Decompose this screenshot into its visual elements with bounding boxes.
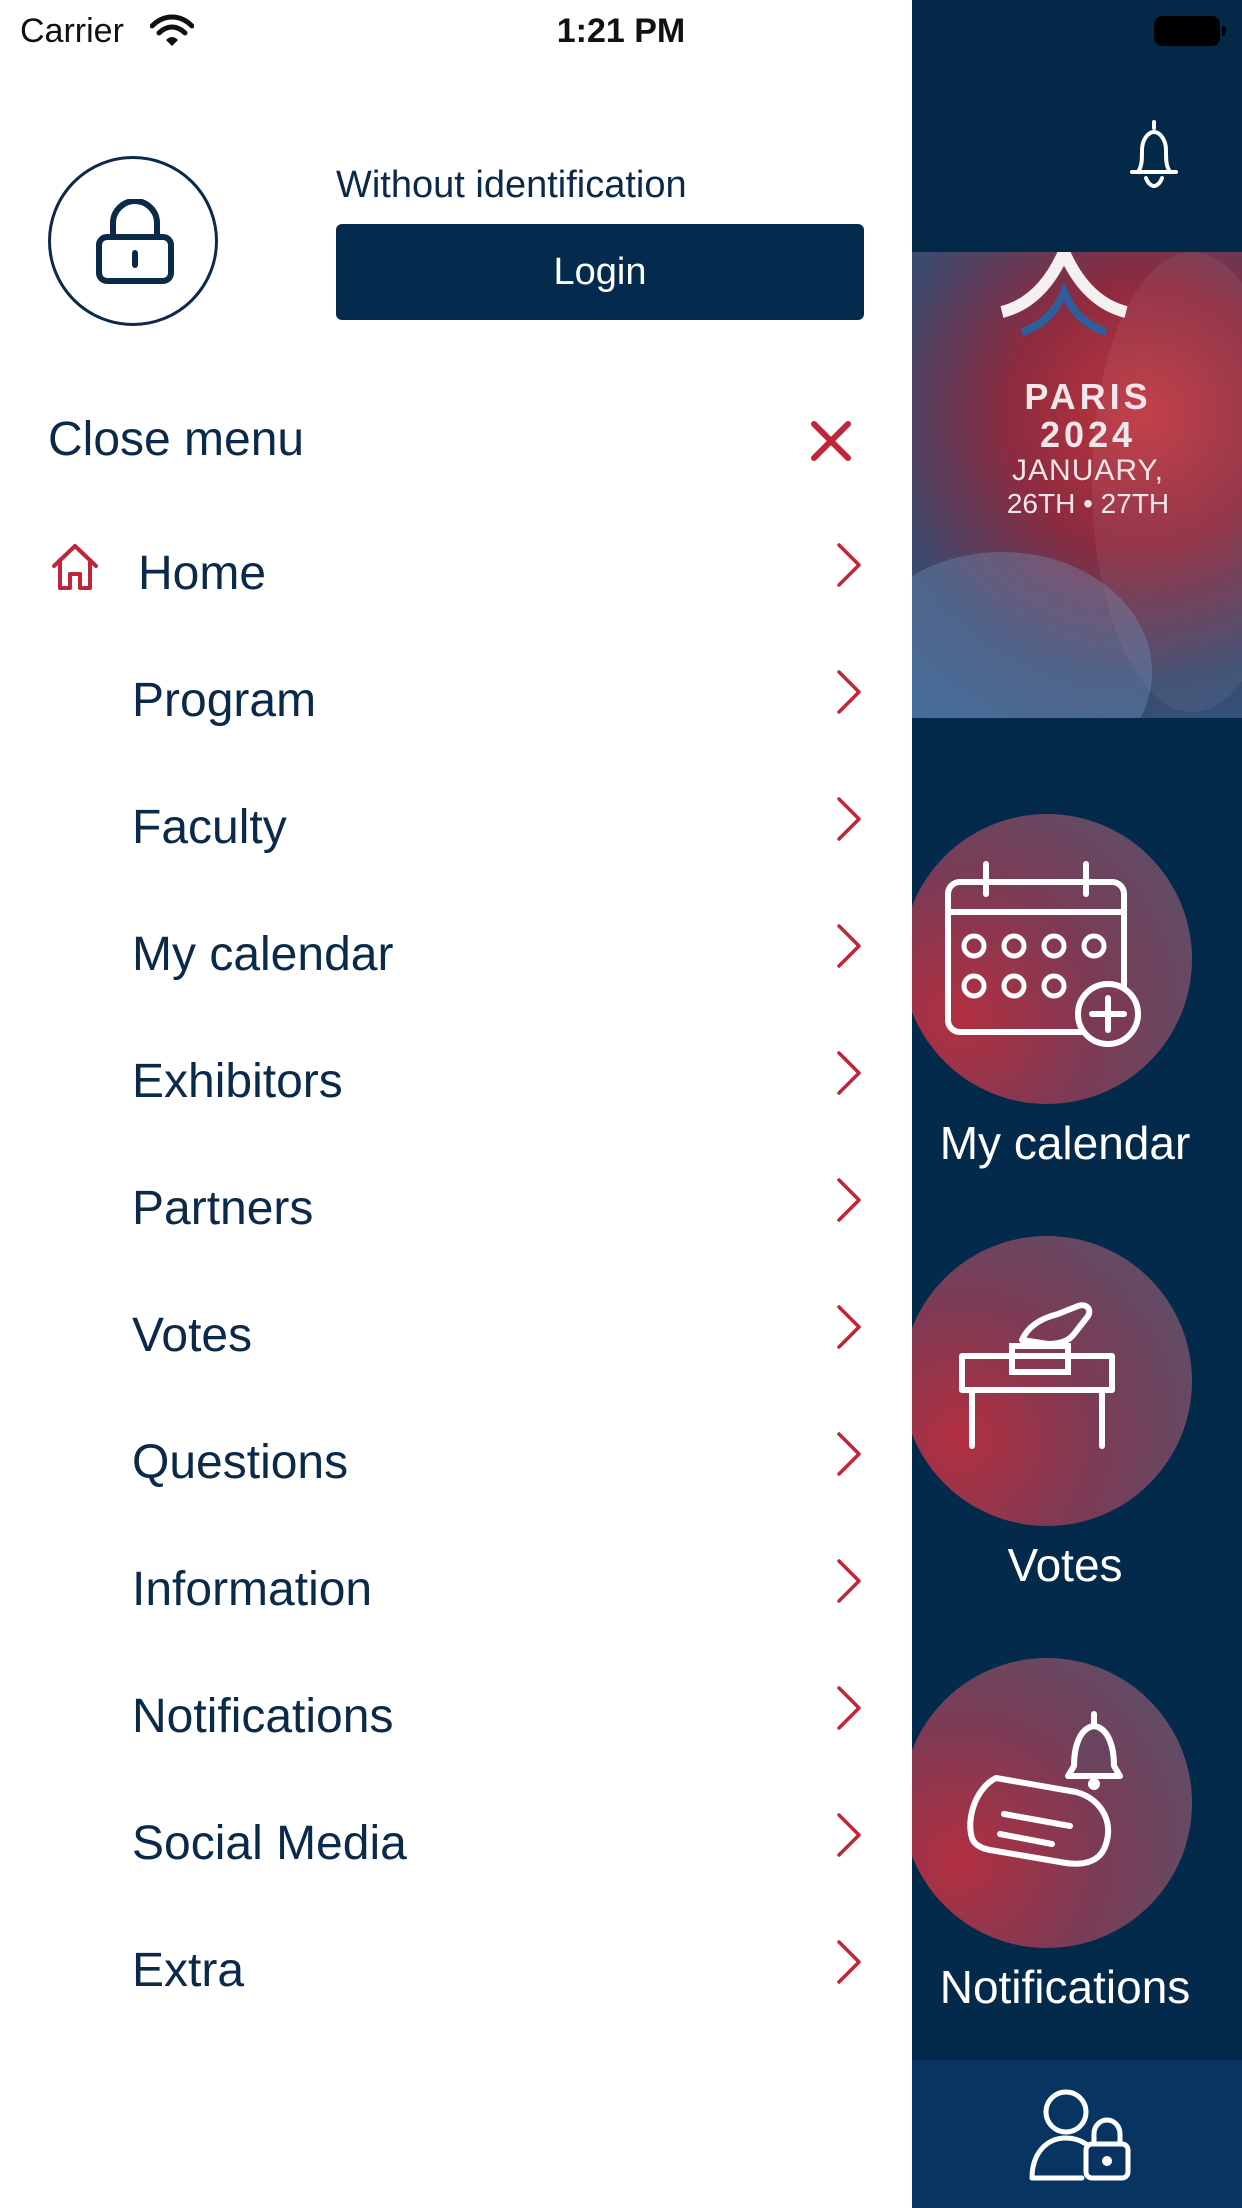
close-menu-label: Close menu [48,413,305,466]
menu-item-label: Votes [132,1309,253,1362]
menu-item-social-media[interactable]: Social Media [0,1782,912,1909]
tile-notifications-label: Notifications [939,1961,1191,2013]
banner-city: PARIS [1024,376,1152,417]
home-icon [52,544,98,590]
banner-date: JANUARY, [1012,454,1164,487]
close-menu-row[interactable]: Close menu [48,408,864,472]
lock-icon [96,199,174,284]
auth-status-text: Without identification [336,164,687,206]
chevron-right-icon [837,1178,861,1222]
chevron-right-icon [837,1813,861,1857]
side-menu-drawer: Without identification Login Close menu … [0,0,912,2208]
menu-item-exhibitors[interactable]: Exhibitors [0,1020,912,1147]
tile-notifications[interactable] [912,1658,1192,1948]
chevron-right-icon [837,1305,861,1349]
menu-item-label: Extra [132,1944,245,1997]
banner-days: 26TH • 27TH [1006,488,1170,519]
menu-item-program[interactable]: Program [0,639,912,766]
menu-item-label: Program [132,674,317,727]
tile-votes[interactable] [912,1236,1192,1526]
menu-item-questions[interactable]: Questions [0,1401,912,1528]
tile-my-calendar[interactable] [912,814,1192,1104]
event-banner: PARIS 2024 JANUARY, 26TH • 27TH [912,252,1242,718]
menu-item-label: Information [132,1563,373,1616]
banner-text: PARIS 2024 JANUARY, 26TH • 27TH [988,378,1188,520]
menu-item-partners[interactable]: Partners [0,1147,912,1274]
chevron-right-icon [837,543,861,587]
menu-item-label: Notifications [132,1690,394,1743]
event-logo-icon [1000,252,1128,336]
user-lock-icon[interactable] [1026,2086,1136,2182]
chevron-right-icon [837,924,861,968]
login-button[interactable]: Login [336,224,864,320]
close-icon[interactable] [810,420,852,462]
menu-item-label: Home [138,547,267,600]
banner-year: 2024 [1039,414,1137,455]
menu-item-label: Faculty [132,801,287,854]
status-time: 1:21 PM [556,12,686,50]
menu-item-my-calendar[interactable]: My calendar [0,893,912,1020]
chevron-right-icon [837,1559,861,1603]
chevron-right-icon [837,1686,861,1730]
chevron-right-icon [837,1940,861,1984]
tile-votes-label: Votes [1007,1539,1123,1591]
chevron-right-icon [837,797,861,841]
menu-item-label: Questions [132,1436,349,1489]
chevron-right-icon [837,1432,861,1476]
ballot-box-icon [959,1302,1115,1449]
notification-icon [967,1711,1123,1867]
background-app: PARIS 2024 JANUARY, 26TH • 27TH My calen… [912,0,1242,2208]
background-tabbar [912,2060,1242,2208]
menu-item-information[interactable]: Information [0,1528,912,1655]
menu-item-label: Social Media [132,1817,407,1870]
status-bar: Carrier 1:21 PM [0,0,1242,64]
battery-icon [1154,16,1226,46]
menu-item-votes[interactable]: Votes [0,1274,912,1401]
menu-item-home[interactable]: Home [0,512,912,639]
menu-item-label: Exhibitors [132,1055,343,1108]
bell-icon[interactable] [1118,116,1190,192]
menu-item-label: My calendar [132,928,394,981]
menu-item-faculty[interactable]: Faculty [0,766,912,893]
menu-item-extra[interactable]: Extra [0,1909,912,2036]
avatar [48,156,218,326]
menu-item-label: Partners [132,1182,314,1235]
tile-my-calendar-label: My calendar [939,1117,1191,1169]
chevron-right-icon [837,670,861,714]
calendar-add-icon [945,861,1141,1047]
menu-item-notifications[interactable]: Notifications [0,1655,912,1782]
chevron-right-icon [837,1051,861,1095]
